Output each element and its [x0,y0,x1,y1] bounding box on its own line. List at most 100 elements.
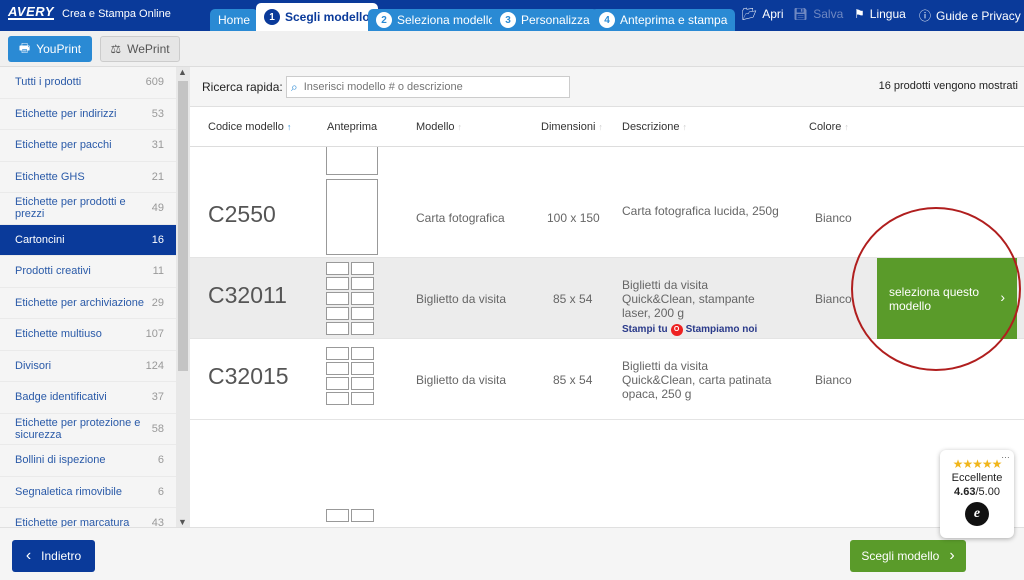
label-cell [326,347,349,360]
sidebar-item[interactable]: Etichette multiuso 107 [0,319,176,351]
sidebar-item-label: Etichette per indirizzi [15,107,117,120]
sidebar-item-count: 29 [151,296,164,309]
sidebar-item[interactable]: Tutti i prodotti 609 [0,67,176,99]
back-button[interactable]: ‹ Indietro [12,540,95,572]
tab-seleziona-modello[interactable]: 2 Seleziona modello [368,9,504,31]
model-dimensions: 85 x 54 [553,292,593,306]
header-model[interactable]: Modello ↑ [416,121,462,133]
sidebar-item[interactable]: Etichette per pacchi 31 [0,130,176,162]
step-number: 1 [264,9,280,25]
header-code[interactable]: Codice modello ↑ [208,121,291,133]
youprint-button[interactable]: 🖶︎ YouPrint [8,36,92,62]
more-options-icon[interactable]: … [1001,450,1010,460]
header-color[interactable]: Colore ↑ [809,121,849,133]
label-cell [351,322,374,335]
sidebar-item-label: Cartoncini [15,233,65,246]
sidebar-item[interactable]: Etichette per archiviazione 29 [0,288,176,319]
scroll-up-icon[interactable]: ▲ [178,67,187,77]
sidebar-item-count: 16 [151,233,164,246]
model-type: Biglietto da visita [416,292,507,306]
sidebar-item[interactable]: Divisori 124 [0,351,176,382]
model-description: Biglietti da visita Quick&Clean, stampan… [622,278,755,320]
label-cell [326,509,349,522]
tab-label: Scegli modello [285,10,370,24]
sidebar-item[interactable]: Segnaletica rimovibile 6 [0,477,176,508]
tab-label: Personalizza [521,13,590,27]
preview-thumbnail [326,147,378,175]
header-model-label: Modello [416,121,455,133]
label-cell [351,307,374,320]
sidebar-item[interactable]: Bollini di ispezione 6 [0,445,176,477]
sidebar-item-count: 37 [151,391,164,404]
sidebar-item-count: 124 [145,359,164,372]
tab-scegli-modello[interactable]: 1 Scegli modello [256,3,378,31]
tab-home-label: Home [218,13,251,27]
label-cell [326,292,349,305]
sort-icon: ↑ [457,122,463,132]
step-number: 4 [599,12,615,28]
label-cell [326,307,349,320]
weprint-button[interactable]: ⚖ WePrint [100,36,180,62]
save-button[interactable]: 💾︎ Salva [793,7,843,21]
choose-model-button[interactable]: Scegli modello › [850,540,966,572]
sidebar-item[interactable]: Prodotti creativi 11 [0,256,176,288]
choose-label: Scegli modello [861,549,940,563]
sort-asc-icon: ↑ [286,122,292,132]
chevron-left-icon: ‹ [25,547,32,564]
trusted-rating-badge[interactable]: … ★★★★★ Eccellente 4.63/5.00 e [940,450,1014,538]
model-color: Bianco [815,211,852,225]
label-cell [326,377,349,390]
sidebar-item-label: Badge identificativi [15,391,107,404]
model-color: Bianco [815,373,852,387]
tab-personalizza[interactable]: 3 Personalizza [492,9,598,31]
tab-label: Seleziona modello [397,13,496,27]
stampiamo-noi-label: Stampiamo noi [685,324,758,335]
open-button[interactable]: 📂︎ Apri [742,7,784,21]
sidebar-scrollbar[interactable]: ▲ ▼ [176,67,190,527]
help-icon: ⓘ [919,9,932,23]
search-input[interactable] [303,81,554,93]
model-code: C32015 [208,363,289,389]
table-header: Codice modello ↑ Anteprima Modello ↑ Dim… [190,107,1024,147]
sidebar-item[interactable]: Etichette per prodotti e prezzi 49 [0,193,176,225]
sidebar-item[interactable]: Etichette GHS 21 [0,162,176,193]
tab-home[interactable]: Home [210,9,259,31]
header-code-label: Codice modello [208,121,284,133]
scroll-down-icon[interactable]: ▼ [178,517,187,527]
sidebar-item-label: Prodotti creativi [15,265,91,278]
print-mode-bar: 🖶︎ YouPrint ⚖ WePrint [0,31,1024,67]
sort-icon: ↑ [844,122,849,132]
top-bar: AVERY Crea e Stampa Online Home 1 Scegli… [0,0,1024,31]
printer-icon: 🖶︎ [18,40,31,55]
header-description[interactable]: Descrizione ↑ [622,121,687,133]
model-type: Carta fotografica [416,211,505,225]
sidebar-item[interactable]: Etichette per protezione e sicurezza 58 [0,414,176,445]
header-dimensions[interactable]: Dimensioni ↑ [541,121,603,133]
scrollbar-thumb[interactable] [178,81,188,371]
rating-score-value: 4.63 [954,486,976,498]
sidebar-item-label: Segnaletica rimovibile [15,485,122,498]
sidebar-item-label: Etichette per archiviazione [15,296,145,309]
model-description-block: Biglietti da visita Quick&Clean, stampan… [622,278,780,337]
label-cell [351,277,374,290]
sidebar-item[interactable]: Etichette per marcatura 43 [0,508,176,527]
guide-privacy-button[interactable]: ⓘ Guide e Privacy [919,7,1021,24]
sidebar-item-count: 58 [151,422,164,435]
sidebar-item-label: Tutti i prodotti [15,76,82,89]
search-label: Ricerca rapida: [202,80,283,94]
sidebar-item[interactable]: Etichette per indirizzi 53 [0,99,176,130]
tab-label: Anteprima e stampa [620,13,728,27]
sidebar-item[interactable]: Cartoncini 16 [0,224,176,256]
avery-logo[interactable]: AVERY [8,5,55,20]
rating-score-max: /5.00 [975,486,1000,498]
save-label: Salva [813,7,844,21]
guide-label: Guide e Privacy [936,8,1021,23]
language-button[interactable]: ⚑ Lingua [854,7,906,21]
model-dimensions: 100 x 150 [547,211,600,225]
result-count: 16 prodotti vengono mostrati [878,80,1018,92]
sidebar-item-label: Etichette GHS [15,170,85,183]
search-box[interactable]: ⌕ [286,76,570,98]
sidebar-item[interactable]: Badge identificativi 37 [0,382,176,414]
chevron-right-icon: › [949,547,955,564]
tab-anteprima-stampa[interactable]: 4 Anteprima e stampa [591,9,736,31]
